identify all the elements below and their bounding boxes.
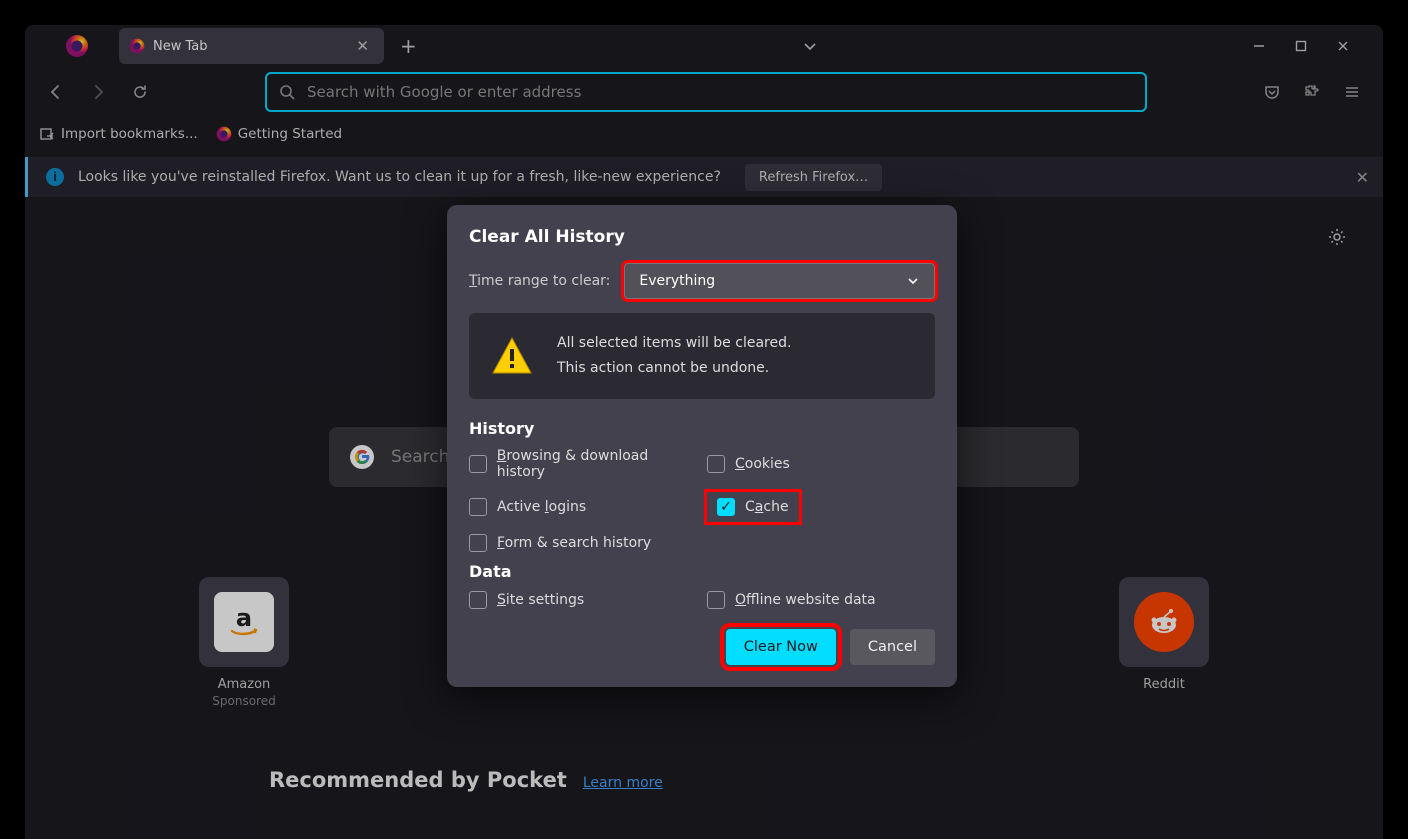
- clear-now-button[interactable]: Clear Now: [726, 629, 836, 665]
- check-form-history[interactable]: Form & search history: [469, 534, 697, 552]
- check-active-logins[interactable]: Active logins: [469, 492, 697, 522]
- checkbox-icon: [469, 455, 487, 473]
- chevron-down-icon: [906, 274, 920, 288]
- data-heading: Data: [469, 562, 935, 581]
- checkbox-icon: [469, 591, 487, 609]
- check-label: Site settings: [497, 592, 584, 608]
- browser-window: New Tab ✕ +: [25, 25, 1383, 839]
- dialog-title: Clear All History: [469, 227, 935, 247]
- check-browsing-history[interactable]: Browsing & download history: [469, 448, 697, 480]
- checkbox-icon: [469, 534, 487, 552]
- warning-box: All selected items will be cleared. This…: [469, 313, 935, 399]
- warning-icon: [489, 333, 535, 379]
- check-cookies[interactable]: Cookies: [707, 448, 935, 480]
- check-label: Form & search history: [497, 535, 651, 551]
- check-label: Cookies: [735, 456, 790, 472]
- history-checks: Browsing & download history Cookies Acti…: [469, 448, 935, 552]
- checkbox-icon: [707, 455, 725, 473]
- warning-line1: All selected items will be cleared.: [557, 331, 791, 356]
- time-range-value: Everything: [639, 273, 715, 289]
- clear-history-dialog: Clear All History Time range to clear: E…: [447, 205, 957, 687]
- cancel-button[interactable]: Cancel: [850, 629, 935, 665]
- data-checks: Site settings Offline website data: [469, 591, 935, 609]
- check-label: Browsing & download history: [497, 448, 697, 480]
- check-cache-highlighted: Cache: [707, 492, 799, 522]
- check-label: Active logins: [497, 499, 586, 515]
- time-range-select[interactable]: Everything: [624, 263, 935, 299]
- check-cache[interactable]: Cache: [717, 498, 789, 516]
- check-label: Cache: [745, 499, 789, 515]
- check-label: Offline website data: [735, 592, 876, 608]
- check-offline-data[interactable]: Offline website data: [707, 591, 935, 609]
- dialog-actions: Clear Now Cancel: [469, 629, 935, 665]
- history-heading: History: [469, 419, 935, 438]
- time-range-label: Time range to clear:: [469, 273, 610, 289]
- checkbox-icon: [469, 498, 487, 516]
- check-site-settings[interactable]: Site settings: [469, 591, 697, 609]
- warning-line2: This action cannot be undone.: [557, 356, 791, 381]
- time-range-row: Time range to clear: Everything: [469, 263, 935, 299]
- warning-text: All selected items will be cleared. This…: [557, 331, 791, 381]
- checkbox-icon: [707, 591, 725, 609]
- checkbox-checked-icon: [717, 498, 735, 516]
